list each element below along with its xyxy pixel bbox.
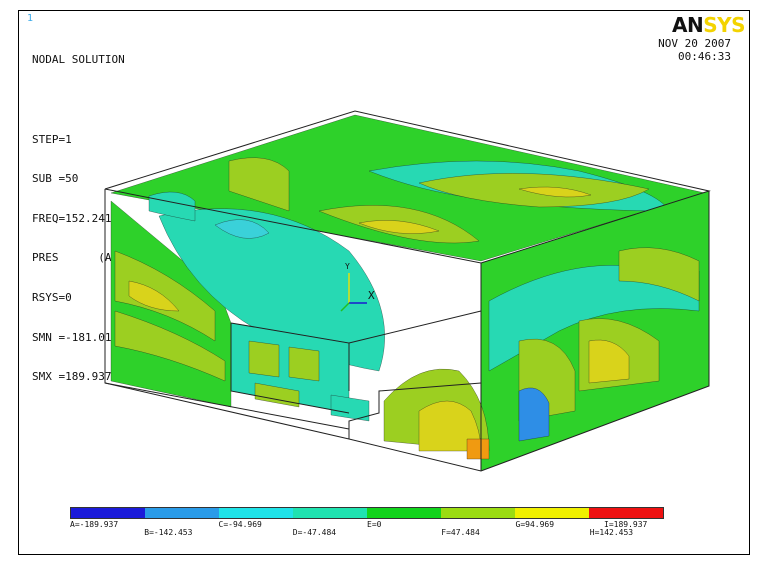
triad-y-label: Y xyxy=(345,262,350,271)
legend-label: B=-142.453 xyxy=(144,528,193,537)
legend-label: A=-189.937 xyxy=(70,520,119,529)
legend-segment xyxy=(71,508,145,518)
legend-segment xyxy=(293,508,367,518)
legend-segment xyxy=(219,508,293,518)
legend-label: G=94.969 xyxy=(515,520,555,529)
isosurface-plot[interactable]: X Y xyxy=(19,11,749,511)
legend-segment xyxy=(145,508,219,518)
isosurface-patch xyxy=(466,438,490,460)
legend-label: C=-94.969 xyxy=(218,520,262,529)
legend-label: H=142.453 xyxy=(589,528,634,537)
legend-label: I=189.937 xyxy=(604,520,648,529)
legend-label: F=47.484 xyxy=(441,528,480,537)
isosurface-patch xyxy=(288,346,320,382)
legend-label: E=0 xyxy=(367,520,382,529)
legend-segment xyxy=(515,508,589,518)
legend-label: D=-47.484 xyxy=(292,528,337,537)
legend-segment xyxy=(441,508,515,518)
triad-x-label: X xyxy=(368,289,375,302)
isosurfaces xyxy=(110,114,710,472)
isosurface-patch xyxy=(518,387,550,442)
isosurface-patch xyxy=(248,340,280,378)
legend-segment xyxy=(589,508,663,518)
legend-color-bar xyxy=(70,507,664,519)
contour-legend: A=-189.937 B=-142.453 C=-94.969 D=-47.484 E=… xyxy=(70,507,664,537)
graphics-window: 1 NODAL SOLUTION STEP=1 SUB =50 FREQ=152… xyxy=(18,10,750,555)
legend-segment xyxy=(367,508,441,518)
